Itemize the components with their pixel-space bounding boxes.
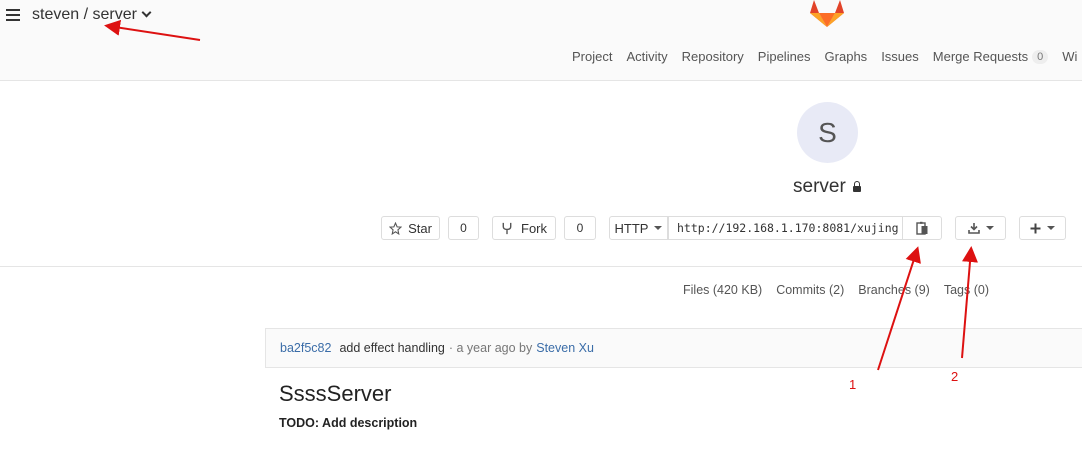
fork-icon <box>502 222 512 234</box>
nav-pipelines[interactable]: Pipelines <box>758 49 811 64</box>
plus-icon <box>1030 223 1041 233</box>
last-commit-bar: ba2f5c82 add effect handling · a year ag… <box>265 328 1082 368</box>
nav-merge-requests[interactable]: Merge Requests 0 <box>933 49 1049 64</box>
fork-count[interactable]: 0 <box>564 216 596 240</box>
top-header: steven / server Project Activity Reposit… <box>0 0 1082 81</box>
download-dropdown-button[interactable] <box>955 216 1006 240</box>
fork-label: Fork <box>521 220 547 236</box>
stat-tags[interactable]: Tags (0) <box>944 283 989 297</box>
star-count[interactable]: 0 <box>448 216 479 240</box>
breadcrumb-text[interactable]: steven / server <box>32 6 137 23</box>
star-button[interactable]: Star <box>381 216 440 240</box>
nav-label[interactable]: Wi <box>1062 49 1077 64</box>
nav-graphs[interactable]: Graphs <box>825 49 868 64</box>
nav-repository[interactable]: Repository <box>682 49 744 64</box>
lock-icon <box>852 181 861 192</box>
caret-down-icon <box>654 226 663 230</box>
breadcrumb[interactable]: steven / server <box>32 6 152 24</box>
nav-label[interactable]: Merge Requests <box>933 49 1028 64</box>
stat-files[interactable]: Files (420 KB) <box>683 283 762 297</box>
commit-meta: · a year ago by <box>448 341 533 355</box>
download-icon <box>967 223 980 234</box>
star-label: Star <box>408 220 432 236</box>
copy-url-button[interactable] <box>902 216 942 240</box>
merge-request-count-badge: 0 <box>1032 49 1049 64</box>
section-divider <box>0 266 1082 267</box>
project-avatar: S <box>797 102 858 163</box>
readme-body: TODO: Add description <box>279 416 418 430</box>
nav-label[interactable]: Activity <box>626 49 667 64</box>
gitlab-logo[interactable] <box>810 0 844 28</box>
annotation-label-1: 1 <box>849 377 857 392</box>
add-dropdown-button[interactable] <box>1019 216 1066 240</box>
nav-issues[interactable]: Issues <box>881 49 919 64</box>
commit-message: add effect handling <box>339 341 445 355</box>
fork-button[interactable]: Fork <box>492 216 556 240</box>
clipboard-icon <box>915 221 927 235</box>
repo-stats: Files (420 KB) Commits (2) Branches (9) … <box>683 283 1003 297</box>
clone-url-input[interactable]: http://192.168.1.170:8081/xujing <box>668 216 903 240</box>
annotation-label-2: 2 <box>951 369 959 384</box>
nav-label[interactable]: Issues <box>881 49 919 64</box>
nav-activity[interactable]: Activity <box>626 49 667 64</box>
nav-project[interactable]: Project <box>572 49 612 64</box>
chevron-down-icon[interactable] <box>141 7 152 18</box>
caret-down-icon <box>985 226 994 230</box>
commit-sha-link[interactable]: ba2f5c82 <box>280 341 331 355</box>
hamburger-icon[interactable] <box>6 9 20 21</box>
nav-label[interactable]: Project <box>572 49 612 64</box>
nav-label[interactable]: Repository <box>682 49 744 64</box>
caret-down-icon <box>1047 226 1055 230</box>
stat-branches[interactable]: Branches (9) <box>858 283 930 297</box>
nav-label[interactable]: Pipelines <box>758 49 811 64</box>
nav-wiki[interactable]: Wi <box>1062 49 1077 64</box>
commit-author-link[interactable]: Steven Xu <box>536 341 594 355</box>
project-title: server <box>793 176 861 198</box>
project-name: server <box>793 176 846 197</box>
readme-title: SsssServer <box>279 381 392 406</box>
clone-protocol-dropdown[interactable]: HTTP <box>609 216 668 240</box>
protocol-label: HTTP <box>614 220 649 236</box>
stat-commits[interactable]: Commits (2) <box>776 283 844 297</box>
star-icon <box>389 221 403 235</box>
nav-label[interactable]: Graphs <box>825 49 868 64</box>
project-nav: Project Activity Repository Pipelines Gr… <box>572 49 1082 64</box>
